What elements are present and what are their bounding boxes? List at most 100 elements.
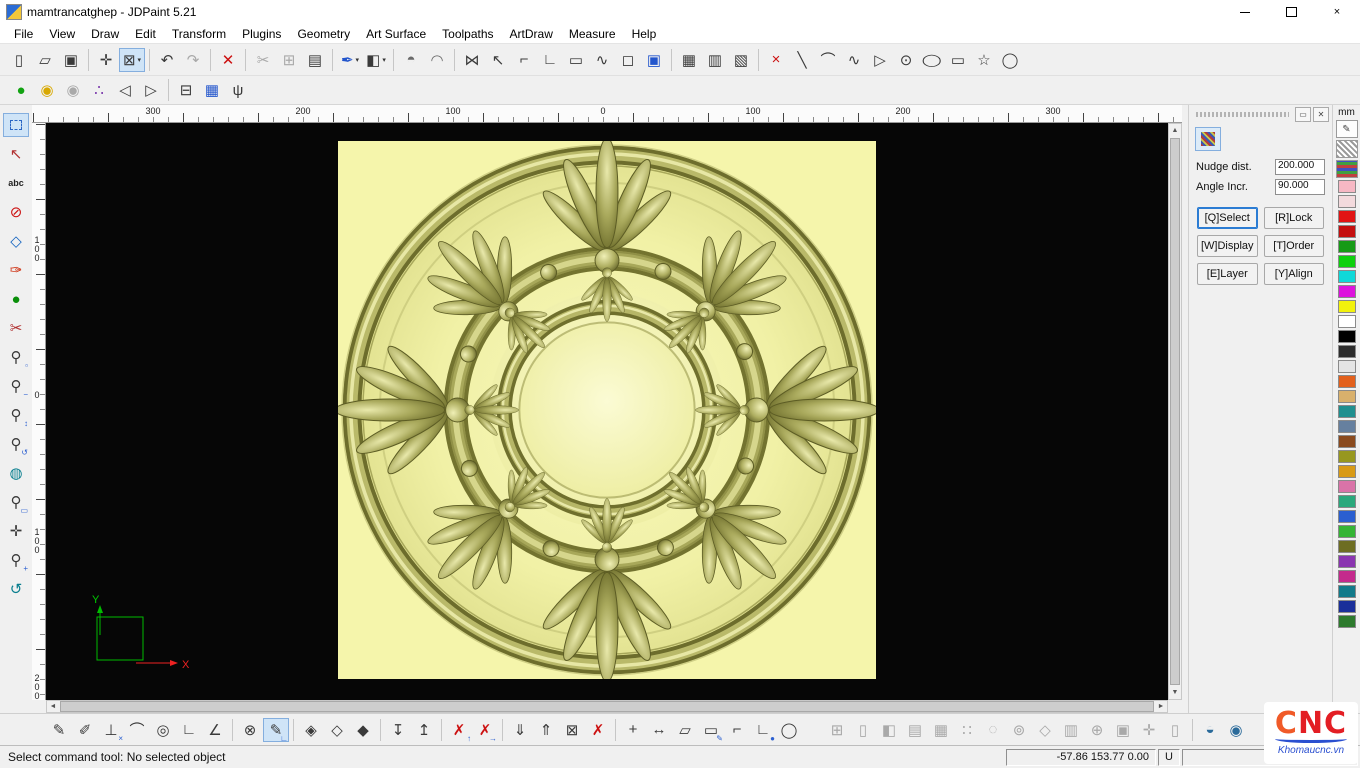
color-swatch[interactable] (1338, 465, 1356, 478)
array-cols-icon[interactable]: ▥ (702, 48, 728, 72)
color-swatch[interactable] (1338, 240, 1356, 253)
draft-point-icon[interactable]: ● (8, 78, 34, 102)
color-swatch[interactable] (1338, 210, 1356, 223)
menu-file[interactable]: File (6, 25, 41, 43)
menu-help[interactable]: Help (624, 25, 665, 43)
sketch-pencil-icon[interactable]: ✎ (46, 718, 72, 742)
palette-pattern-icon[interactable] (1336, 160, 1358, 178)
menu-plugins[interactable]: Plugins (234, 25, 289, 43)
erase-x-up-icon[interactable]: ✗↑ (446, 718, 472, 742)
light-on-icon[interactable]: ◉ (34, 78, 60, 102)
hollow-diamond-icon[interactable]: ◇ (324, 718, 350, 742)
draw-rectangle-icon[interactable]: ▭ (945, 48, 971, 72)
menu-edit[interactable]: Edit (127, 25, 164, 43)
maximize-button[interactable] (1268, 0, 1314, 24)
menu-draw[interactable]: Draw (83, 25, 127, 43)
color-swatch[interactable] (1338, 510, 1356, 523)
panel-grip[interactable] (1196, 112, 1289, 117)
smooth-node-icon[interactable]: ∟● (750, 718, 776, 742)
scroll-thumb[interactable] (1170, 138, 1180, 685)
color-swatch[interactable] (1338, 615, 1356, 628)
open-icon[interactable]: ▱ (32, 48, 58, 72)
menu-artsurface[interactable]: Art Surface (358, 25, 434, 43)
viewport-box-icon[interactable]: ▣ (641, 48, 667, 72)
solid-diamond-icon[interactable]: ◆ (350, 718, 376, 742)
split-tool-icon[interactable]: ✂ (3, 316, 29, 340)
color-swatch[interactable] (1338, 480, 1356, 493)
panel-button-torder[interactable]: [T]Order (1264, 235, 1325, 257)
panel-button-elayer[interactable]: [E]Layer (1197, 263, 1258, 285)
add-node-icon[interactable]: + (620, 718, 646, 742)
draw-line-icon[interactable]: ╲ (789, 48, 815, 72)
color-swatch[interactable] (1338, 390, 1356, 403)
break-node-icon[interactable]: ▱ (672, 718, 698, 742)
snap-perp-point-icon[interactable]: ⊥× (98, 718, 124, 742)
ortho-pencil-icon[interactable]: ✎∟ (263, 718, 289, 742)
panel-button-yalign[interactable]: [Y]Align (1264, 263, 1325, 285)
menu-view[interactable]: View (41, 25, 83, 43)
window-select-icon[interactable]: ◻ (615, 48, 641, 72)
panel-tab-pattern[interactable] (1195, 127, 1221, 151)
curve-node-icon[interactable]: ◯ (776, 718, 802, 742)
swap-order-icon[interactable]: ⊠ (559, 718, 585, 742)
marquee-edit-icon[interactable]: ▭✎ (698, 718, 724, 742)
scroll-up-button[interactable]: ▲ (1169, 124, 1181, 137)
color-swatch[interactable] (1338, 525, 1356, 538)
smooth-tool-icon[interactable]: ● (3, 287, 29, 311)
perpendicular-icon[interactable]: ∟ (176, 718, 202, 742)
panel-button-qselect[interactable]: [Q]Select (1197, 207, 1258, 229)
paste-icon[interactable]: ▤ (302, 48, 328, 72)
view-rotate-tool-icon[interactable]: ◍ (3, 461, 29, 485)
angle-increment-input[interactable]: 90.000 (1275, 179, 1325, 195)
bring-front-icon[interactable]: ⇑ (533, 718, 559, 742)
bucket-icon[interactable]: ◒ (1197, 718, 1223, 742)
save-icon[interactable]: ▣ (58, 48, 84, 72)
polygon-tool-icon[interactable]: ◇ (3, 229, 29, 253)
fill-tool-icon[interactable]: ✑ (3, 258, 29, 282)
palette-pencil-icon[interactable]: ✎ (1336, 120, 1358, 138)
panel-button-wdisplay[interactable]: [W]Display (1197, 235, 1258, 257)
color-swatch[interactable] (1338, 405, 1356, 418)
color-swatch[interactable] (1338, 420, 1356, 433)
text-tool-icon[interactable]: abc (3, 171, 29, 195)
tangent-circle-icon[interactable]: ⊗ (237, 718, 263, 742)
color-swatch[interactable] (1338, 360, 1356, 373)
color-swatch[interactable] (1338, 195, 1356, 208)
new-icon[interactable]: ▯ (6, 48, 32, 72)
relief-outline-icon[interactable]: ◠ (424, 48, 450, 72)
erase-tool-icon[interactable]: ⊘ (3, 200, 29, 224)
color-swatch[interactable] (1338, 375, 1356, 388)
menu-geometry[interactable]: Geometry (289, 25, 358, 43)
zoom-window-tool-icon[interactable]: ⚲▫ (3, 345, 29, 369)
color-swatch[interactable] (1338, 330, 1356, 343)
scroll-left-button[interactable]: ◄ (47, 701, 59, 713)
color-swatch[interactable] (1338, 585, 1356, 598)
delete-object-icon[interactable]: ✗ (585, 718, 611, 742)
select-tool-icon[interactable] (3, 113, 29, 137)
canvas-viewport[interactable]: Y X (46, 123, 1168, 700)
zoom-previous-tool-icon[interactable]: ⚲↺ (3, 432, 29, 456)
corner-join-icon[interactable]: ⌐ (511, 48, 537, 72)
three-point-arc-icon[interactable]: ⌒ (124, 718, 150, 742)
color-swatch[interactable] (1338, 435, 1356, 448)
minimize-button[interactable] (1222, 0, 1268, 24)
color-swatch[interactable] (1338, 225, 1356, 238)
vertical-scrollbar[interactable]: ▲ ▼ (1168, 123, 1182, 700)
color-swatch[interactable] (1338, 540, 1356, 553)
eye-icon[interactable]: ◉ (1223, 718, 1249, 742)
pen-color-icon-dropdown[interactable]: ▾ (356, 56, 360, 64)
three-point-circle-icon[interactable]: ◎ (150, 718, 176, 742)
fill-diamond-icon[interactable]: ◈ (298, 718, 324, 742)
app-icon[interactable] (6, 4, 22, 20)
step-forward-icon[interactable]: ▷ (138, 78, 164, 102)
draw-polyline-icon[interactable]: ▷ (867, 48, 893, 72)
draw-center-circle-icon[interactable]: ⊙ (893, 48, 919, 72)
weld-icon[interactable]: ⋈ (459, 48, 485, 72)
menu-artdraw[interactable]: ArtDraw (502, 25, 561, 43)
erase-x-right-icon[interactable]: ✗→ (472, 718, 498, 742)
draw-curve-icon[interactable]: ∿ (841, 48, 867, 72)
nudge-distance-input[interactable]: 200.000 (1275, 159, 1325, 175)
color-swatch[interactable] (1338, 345, 1356, 358)
panel-close-button[interactable]: ✕ (1313, 107, 1329, 122)
draw-star-icon[interactable]: ☆ (971, 48, 997, 72)
